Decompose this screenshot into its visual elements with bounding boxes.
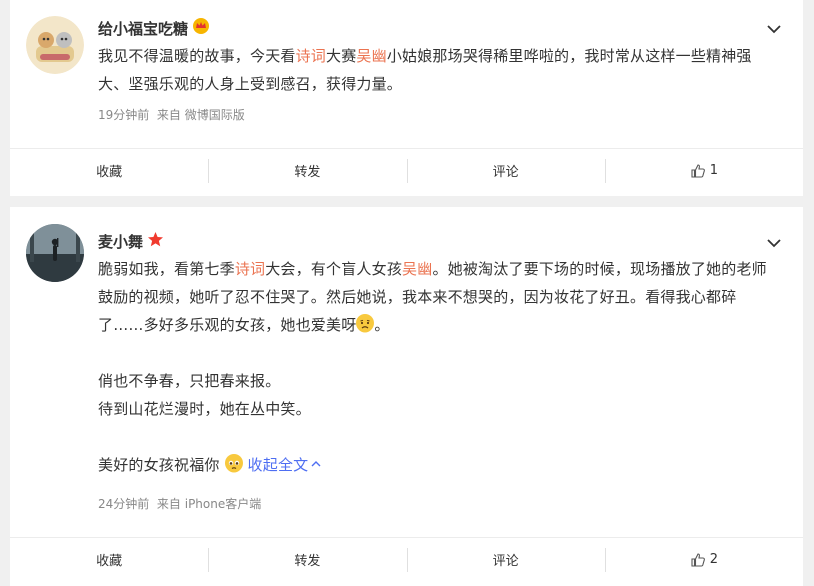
timestamp[interactable]: 19分钟前 [98,108,149,122]
chevron-down-icon[interactable] [763,18,785,40]
chevron-down-icon[interactable] [763,232,785,254]
post-source: 来自 微博国际版 [156,108,245,122]
repost-label: 转发 [294,554,321,569]
favorite-label: 收藏 [96,165,123,180]
username[interactable]: 麦小舞 [98,231,164,252]
post-text: 我见不得温暖的故事，今天看诗词大赛吴幽小姑娘那场哭得稀里哗啦的，我时常从这样一些… [98,42,773,98]
username-text[interactable]: 给小福宝吃糖 [98,18,188,39]
avatar[interactable] [26,16,84,74]
like-button[interactable]: 1 [604,149,803,192]
action-bar: 收藏 转发 评论 2 [10,537,803,581]
person-link[interactable]: 吴幽 [402,260,432,278]
text-segment: 我见不得温暖的故事，今天看 [98,47,296,65]
thumbs-up-icon [691,163,705,178]
poem-line: 待到山花烂漫时，她在丛中笑。 [98,400,311,418]
text-segment: 大赛 [326,47,357,65]
repost-label: 转发 [294,165,321,180]
text-segment: 。 [374,316,390,334]
topic-link[interactable]: 诗词 [235,260,265,278]
closing-line: 美好的女孩祝福你 收起全文 [98,451,773,479]
text-segment: 美好的女孩祝福你 [98,456,220,474]
chevron-up-icon [311,461,321,467]
post-meta: 24分钟前 来自 iPhone客户端 [98,495,261,512]
favorite-button[interactable]: 收藏 [10,538,208,581]
thumbs-up-icon [691,552,705,567]
comment-label: 评论 [492,165,519,180]
post-meta: 19分钟前 来自 微博国际版 [98,106,245,123]
like-count: 2 [709,552,719,567]
collapse-link[interactable]: 收起全文 [248,456,323,474]
action-bar: 收藏 转发 评论 1 [10,148,803,192]
post-text: 脆弱如我，看第七季诗词大会，有个盲人女孩吴幽。她被淘汰了要下场的时候，现场播放了… [98,255,773,479]
timestamp[interactable]: 24分钟前 [98,497,149,511]
post-card: 给小福宝吃糖 我见不得温暖的故事，今天看诗词大赛吴幽小姑娘那场哭得稀里哗啦的，我… [10,0,803,196]
post-card: 麦小舞 脆弱如我，看第七季诗词大会，有个盲人女孩吴幽。她被淘汰了要下场的时候，现… [10,207,803,586]
star-badge-icon [147,231,164,252]
paragraph: 脆弱如我，看第七季诗词大会，有个盲人女孩吴幽。她被淘汰了要下场的时候，现场播放了… [98,255,773,339]
topic-link[interactable]: 诗词 [296,47,326,65]
comment-button[interactable]: 评论 [406,149,605,192]
sad-face-emoji [356,314,375,333]
like-count: 1 [709,163,719,178]
favorite-label: 收藏 [96,554,123,569]
repost-button[interactable]: 转发 [208,538,406,581]
comment-label: 评论 [492,554,519,569]
favorite-button[interactable]: 收藏 [10,149,208,192]
pleading-face-emoji [224,454,243,473]
text-segment: 大会，有个盲人女孩 [265,260,403,278]
crown-badge-icon [192,17,210,39]
text-segment: 脆弱如我，看第七季 [98,260,235,278]
username[interactable]: 给小福宝吃糖 [98,17,210,39]
post-source: 来自 iPhone客户端 [156,497,262,511]
like-button[interactable]: 2 [604,538,803,581]
collapse-label: 收起全文 [247,456,309,474]
username-text[interactable]: 麦小舞 [98,231,143,252]
repost-button[interactable]: 转发 [208,149,406,192]
poem-line: 俏也不争春，只把春来报。 [98,372,281,390]
avatar[interactable] [26,224,84,282]
person-link[interactable]: 吴幽 [356,47,386,65]
comment-button[interactable]: 评论 [406,538,605,581]
